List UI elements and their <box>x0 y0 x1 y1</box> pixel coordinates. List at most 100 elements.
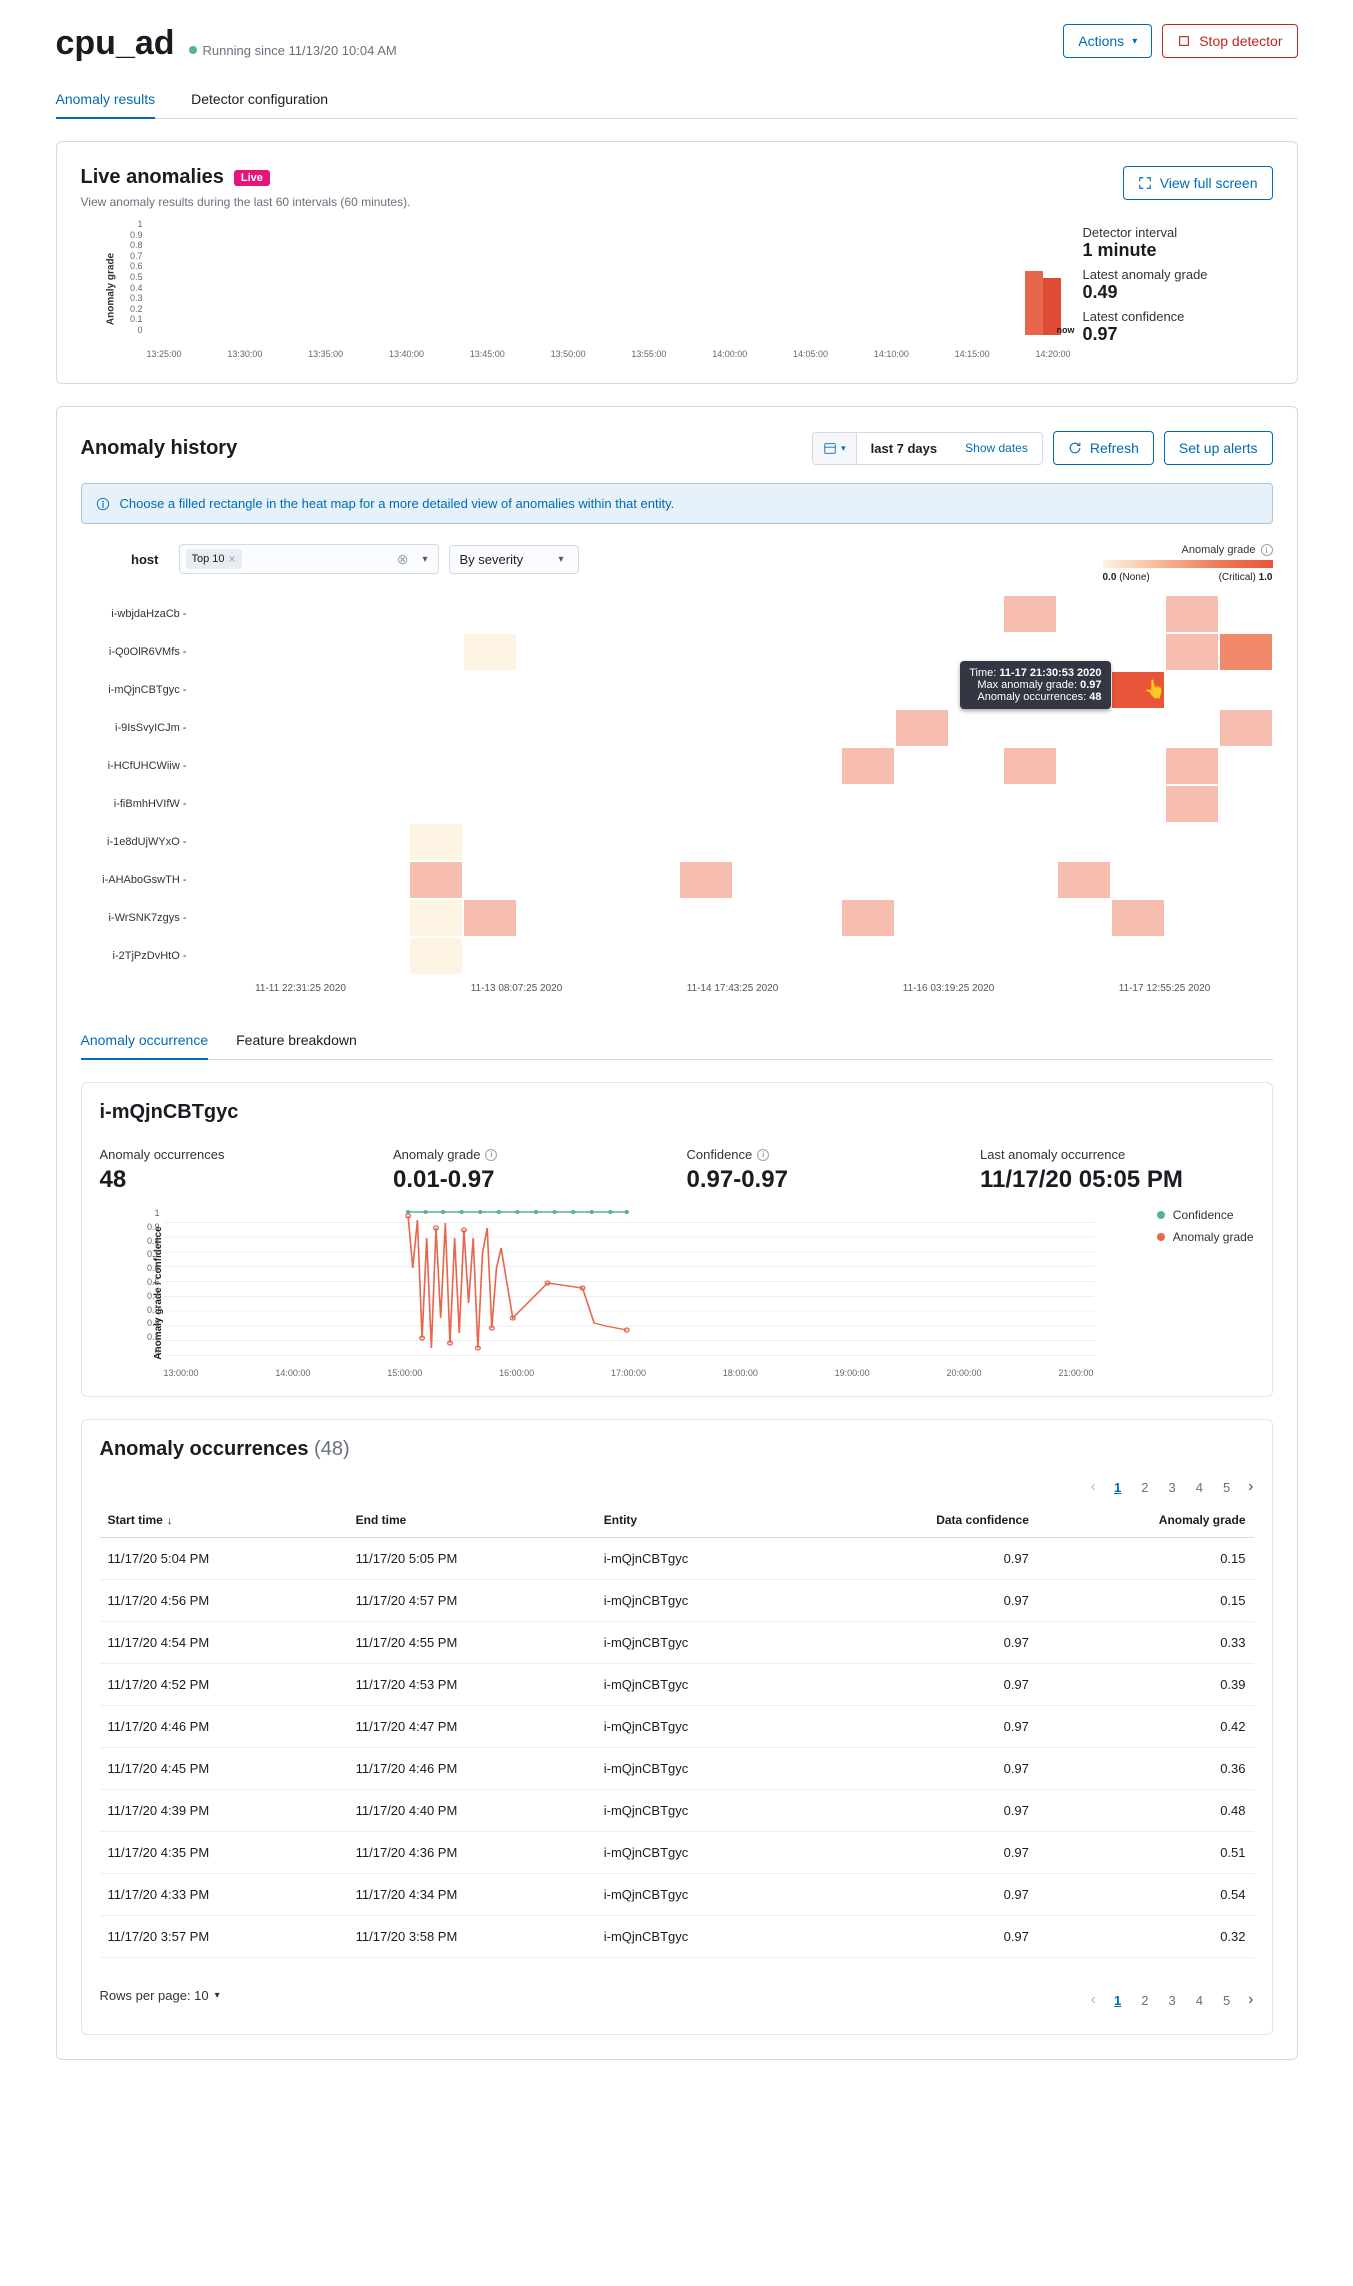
heatmap-cell[interactable] <box>463 595 517 633</box>
heatmap-cell[interactable] <box>1003 899 1057 937</box>
heatmap-cell[interactable] <box>355 785 409 823</box>
heatmap-cell[interactable] <box>517 937 571 975</box>
heatmap-cell[interactable] <box>301 785 355 823</box>
heatmap-cell[interactable] <box>463 823 517 861</box>
heatmap-cell[interactable] <box>625 709 679 747</box>
heatmap-cell[interactable] <box>463 709 517 747</box>
setup-alerts-button[interactable]: Set up alerts <box>1164 431 1273 465</box>
heatmap-cell[interactable] <box>895 785 949 823</box>
heatmap-cell[interactable] <box>1111 785 1165 823</box>
pager-page[interactable]: 5 <box>1221 1993 1232 2008</box>
heatmap-cell[interactable] <box>301 709 355 747</box>
heatmap-cell[interactable] <box>679 937 733 975</box>
heatmap-cell[interactable] <box>841 595 895 633</box>
heatmap-cell[interactable] <box>895 671 949 709</box>
heatmap-cell[interactable] <box>1057 937 1111 975</box>
rows-per-page-select[interactable]: Rows per page: 10 ▾ <box>100 1988 220 2003</box>
heatmap-cell[interactable] <box>733 671 787 709</box>
host-combobox[interactable]: Top 10 × ⊗ ▾ <box>179 544 439 574</box>
col-anomaly-grade[interactable]: Anomaly grade <box>1037 1503 1254 1538</box>
heatmap-cell[interactable] <box>517 899 571 937</box>
heatmap-cell[interactable] <box>787 937 841 975</box>
heatmap-cell[interactable] <box>1219 899 1273 937</box>
heatmap-cell[interactable] <box>787 861 841 899</box>
heatmap-cell[interactable] <box>733 861 787 899</box>
heatmap-cell[interactable] <box>193 937 247 975</box>
heatmap-cell[interactable] <box>1003 785 1057 823</box>
heatmap-cell[interactable] <box>571 899 625 937</box>
heatmap-cell[interactable] <box>625 937 679 975</box>
heatmap-cell[interactable] <box>571 823 625 861</box>
heatmap-cell[interactable] <box>571 937 625 975</box>
pager-page[interactable]: 2 <box>1139 1993 1150 2008</box>
heatmap-cell[interactable] <box>733 747 787 785</box>
col-confidence[interactable]: Data confidence <box>808 1503 1037 1538</box>
heatmap-cell[interactable] <box>193 785 247 823</box>
heatmap-cell[interactable] <box>949 899 1003 937</box>
pager-page[interactable]: 5 <box>1221 1480 1232 1495</box>
heatmap-cell[interactable] <box>895 709 949 747</box>
pager-next[interactable]: › <box>1248 1992 1253 2008</box>
heatmap-cell[interactable] <box>1111 633 1165 671</box>
heatmap-cell[interactable] <box>841 861 895 899</box>
table-row[interactable]: 11/17/20 4:54 PM11/17/20 4:55 PMi-mQjnCB… <box>100 1622 1254 1664</box>
heatmap-cell[interactable] <box>1003 937 1057 975</box>
heatmap-cell[interactable] <box>1003 633 1057 671</box>
heatmap-cell[interactable] <box>409 633 463 671</box>
heatmap-cell[interactable] <box>247 899 301 937</box>
heatmap-cell[interactable] <box>625 633 679 671</box>
pager-page[interactable]: 2 <box>1139 1480 1150 1495</box>
heatmap-cell[interactable] <box>733 709 787 747</box>
heatmap-cell[interactable] <box>355 861 409 899</box>
heatmap-cell[interactable] <box>733 595 787 633</box>
heatmap-cell[interactable] <box>841 709 895 747</box>
heatmap-cell[interactable] <box>1165 595 1219 633</box>
heatmap-cell[interactable] <box>1219 937 1273 975</box>
heatmap-cell[interactable] <box>247 747 301 785</box>
heatmap-cell[interactable] <box>679 671 733 709</box>
table-row[interactable]: 11/17/20 4:33 PM11/17/20 4:34 PMi-mQjnCB… <box>100 1874 1254 1916</box>
heatmap-cell[interactable] <box>733 937 787 975</box>
heatmap-cell[interactable] <box>1111 709 1165 747</box>
heatmap-cell[interactable] <box>247 633 301 671</box>
heatmap-cell[interactable] <box>193 747 247 785</box>
heatmap-cell[interactable] <box>1057 785 1111 823</box>
heatmap-cell[interactable] <box>787 595 841 633</box>
actions-button[interactable]: Actions ▾ <box>1063 24 1152 58</box>
heatmap-cell[interactable] <box>733 899 787 937</box>
heatmap-cell[interactable] <box>895 595 949 633</box>
heatmap-cell[interactable] <box>841 747 895 785</box>
heatmap-cell[interactable] <box>1165 747 1219 785</box>
heatmap-cell[interactable] <box>1003 861 1057 899</box>
heatmap-cell[interactable] <box>463 747 517 785</box>
heatmap-cell[interactable] <box>949 595 1003 633</box>
chevron-down-icon[interactable]: ▾ <box>418 554 431 565</box>
heatmap-cell[interactable] <box>571 595 625 633</box>
heatmap-cell[interactable] <box>895 861 949 899</box>
heatmap-cell[interactable] <box>787 785 841 823</box>
heatmap-cell[interactable] <box>1165 671 1219 709</box>
heatmap-cell[interactable] <box>1111 823 1165 861</box>
heatmap-cell[interactable] <box>625 785 679 823</box>
heatmap-cell[interactable] <box>1219 861 1273 899</box>
pager-prev[interactable]: ‹ <box>1091 1992 1096 2008</box>
heatmap-cell[interactable] <box>1003 747 1057 785</box>
table-row[interactable]: 11/17/20 3:57 PM11/17/20 3:58 PMi-mQjnCB… <box>100 1916 1254 1958</box>
heatmap-cell[interactable] <box>1111 747 1165 785</box>
heatmap-cell[interactable] <box>463 633 517 671</box>
heatmap-cell[interactable] <box>517 595 571 633</box>
heatmap-cell[interactable] <box>841 671 895 709</box>
heatmap-cell[interactable] <box>193 823 247 861</box>
heatmap-cell[interactable] <box>895 747 949 785</box>
heatmap-cell[interactable] <box>409 671 463 709</box>
clear-icon[interactable]: ⊗ <box>393 551 413 568</box>
heatmap-cell[interactable] <box>571 785 625 823</box>
table-row[interactable]: 11/17/20 4:52 PM11/17/20 4:53 PMi-mQjnCB… <box>100 1664 1254 1706</box>
heatmap-cell[interactable] <box>625 899 679 937</box>
heatmap-cell[interactable] <box>1003 709 1057 747</box>
heatmap-cell[interactable] <box>841 785 895 823</box>
heatmap-cell[interactable] <box>517 709 571 747</box>
heatmap-cell[interactable] <box>517 785 571 823</box>
stop-detector-button[interactable]: Stop detector <box>1162 24 1297 58</box>
heatmap-cell[interactable] <box>679 747 733 785</box>
